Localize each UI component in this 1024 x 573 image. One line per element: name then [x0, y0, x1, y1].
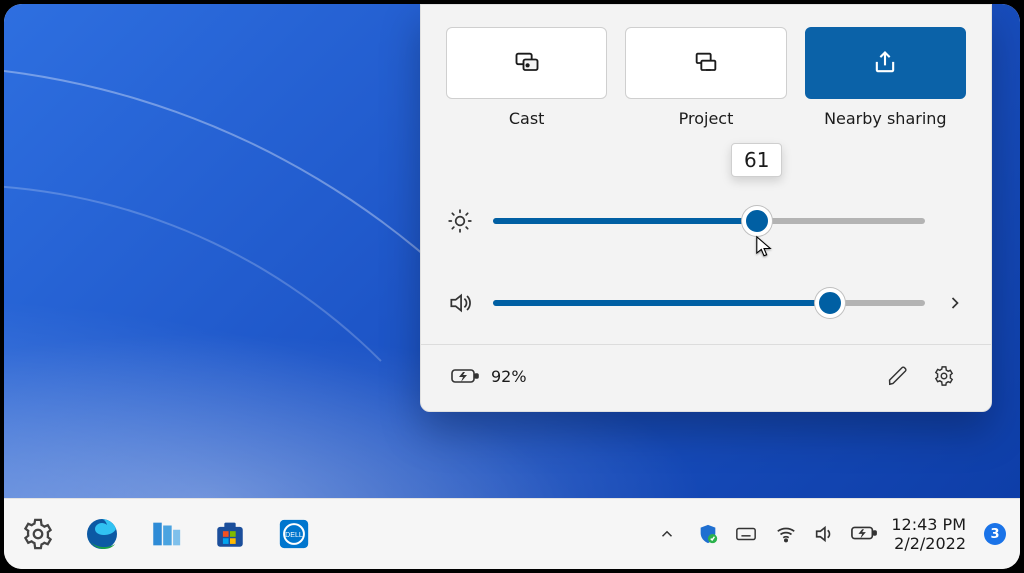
quick-settings-tiles: Cast Project: [447, 27, 965, 128]
security-tray-icon[interactable]: [697, 523, 719, 545]
open-settings-button[interactable]: [927, 359, 961, 393]
taskbar-settings-icon[interactable]: [18, 514, 58, 554]
nearby-sharing-label: Nearby sharing: [824, 109, 947, 128]
taskbar-edge-icon[interactable]: [82, 514, 122, 554]
cast-icon: [513, 49, 541, 77]
edit-quick-settings-button[interactable]: [881, 359, 915, 393]
cast-tile[interactable]: [446, 27, 607, 99]
share-icon: [871, 49, 899, 77]
project-tile[interactable]: [625, 27, 786, 99]
taskbar-date: 2/2/2022: [894, 534, 966, 553]
nearby-sharing-tile[interactable]: [805, 27, 966, 99]
wifi-tray-icon: [775, 523, 797, 545]
brightness-tooltip: 61: [731, 143, 782, 177]
taskbar-store-icon[interactable]: [210, 514, 250, 554]
battery-status-icon[interactable]: [451, 366, 479, 386]
project-label: Project: [679, 109, 734, 128]
tray-overflow-button[interactable]: [655, 514, 679, 554]
svg-text:DELL: DELL: [285, 531, 303, 539]
taskbar-app1-icon[interactable]: [146, 514, 186, 554]
battery-tray-icon: [851, 523, 873, 545]
touch-keyboard-tray-icon[interactable]: [735, 523, 757, 545]
battery-percent-label: 92%: [491, 367, 527, 386]
taskbar-time: 12:43 PM: [891, 515, 966, 534]
cast-label: Cast: [509, 109, 545, 128]
volume-tray-icon: [813, 523, 835, 545]
taskbar-clock[interactable]: 12:43 PM 2/2/2022: [891, 515, 966, 553]
quick-settings-panel: Cast Project: [420, 4, 992, 412]
taskbar: DELL: [4, 498, 1020, 569]
project-icon: [692, 49, 720, 77]
taskbar-dell-icon[interactable]: DELL: [274, 514, 314, 554]
notification-center-badge[interactable]: 3: [984, 523, 1006, 545]
quick-settings-tray-button[interactable]: [775, 523, 873, 545]
volume-icon: [447, 290, 473, 316]
brightness-icon: [447, 208, 473, 234]
brightness-slider[interactable]: [493, 211, 925, 231]
volume-flyout-button[interactable]: [945, 293, 965, 313]
volume-slider[interactable]: [493, 293, 925, 313]
